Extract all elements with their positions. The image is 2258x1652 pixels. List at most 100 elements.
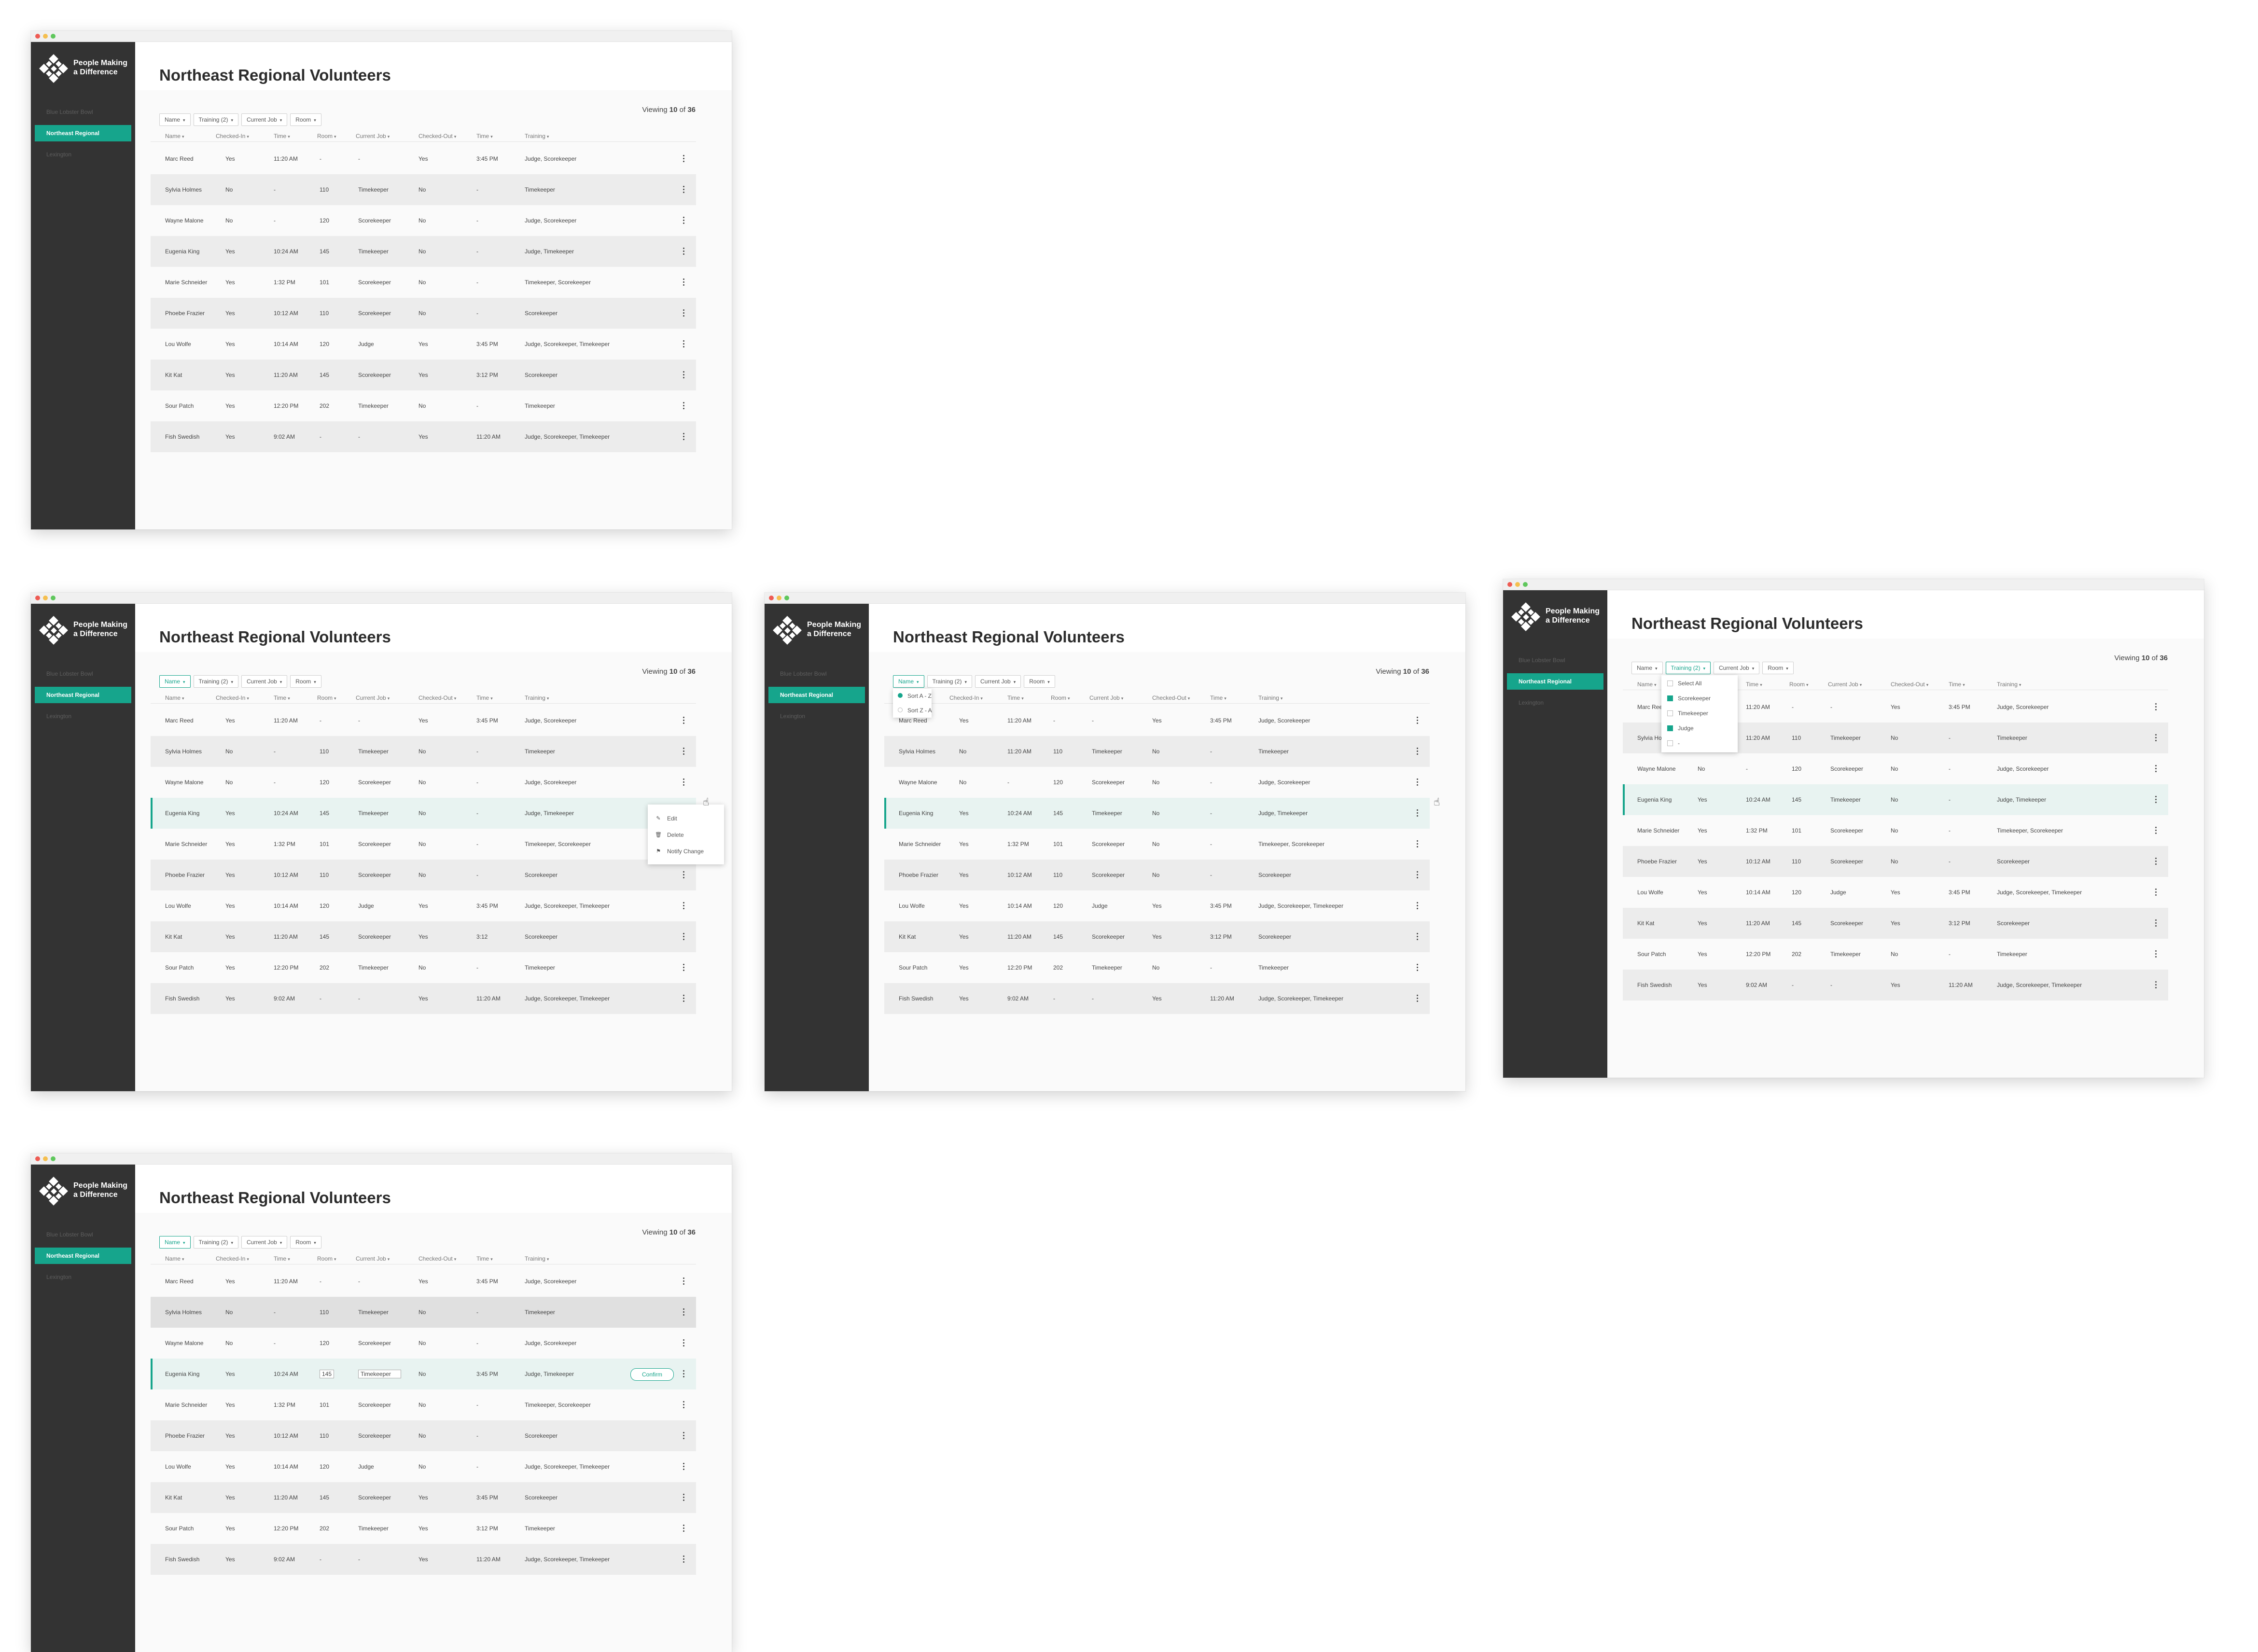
table-row[interactable]: Lou Wolfe Yes 10:14 AM 120 Judge Yes 3:45 PM Ju… <box>884 890 1430 921</box>
checkbox[interactable] <box>1667 710 1673 716</box>
sidebar-item-lexington[interactable]: Lexington <box>1507 694 1603 711</box>
table-row[interactable]: Phoebe Frazier Yes 10:12 AM 110 Scorekeeper N… <box>151 1420 696 1451</box>
column-header[interactable]: Time ▾ <box>476 1255 493 1262</box>
table-row[interactable]: Sylvia Holmes No 11:20 AM 110 Timekeeper No - T… <box>884 736 1430 767</box>
table-row[interactable]: Eugenia King Yes 10:24 AM 145 Timekeeper No - J… <box>151 236 696 267</box>
close-window-button[interactable] <box>35 34 40 39</box>
more-options-icon[interactable] <box>2155 919 2157 927</box>
table-row[interactable]: Kit Kat Yes 11:20 AM 145 Scorekeeper Yes 3:12 … <box>151 360 696 390</box>
column-header[interactable]: Checked-Out ▾ <box>418 694 456 701</box>
filter-training-button[interactable]: Training (2) ▾ <box>193 113 238 126</box>
more-options-icon[interactable] <box>2155 765 2157 773</box>
column-header[interactable]: Room ▾ <box>317 694 336 701</box>
column-header[interactable]: Name▾ <box>165 1255 184 1262</box>
more-options-icon[interactable] <box>683 717 684 724</box>
more-options-icon[interactable] <box>683 1308 684 1316</box>
filter-current-job-button[interactable]: Current Job ▾ <box>241 675 288 688</box>
column-header[interactable]: Time ▾ <box>1007 694 1024 701</box>
table-row[interactable]: Eugenia King Yes 10:24 AM 145 Timekeeper No - J… <box>151 798 696 829</box>
filter-training-button[interactable]: Training (2) ▾ <box>193 1236 238 1249</box>
maximize-window-button[interactable] <box>51 34 56 39</box>
more-options-icon[interactable] <box>683 1370 684 1378</box>
more-options-icon[interactable] <box>683 1339 684 1347</box>
more-options-icon[interactable] <box>683 217 684 224</box>
column-header[interactable]: Training ▾ <box>1997 681 2021 688</box>
table-row[interactable]: Sylvia Holmes No - 110 Timekeeper No - Timekeep… <box>151 736 696 767</box>
table-row[interactable]: Kit Kat Yes 11:20 AM 145 Scorekeeper Yes 3:12 … <box>1623 908 2168 939</box>
more-options-icon[interactable] <box>683 1277 684 1285</box>
table-row[interactable]: Lou Wolfe Yes 10:14 AM 120 Judge Yes 3:45 PM Ju… <box>151 890 696 921</box>
sidebar-item-lexington[interactable]: Lexington <box>35 708 131 724</box>
more-options-icon[interactable] <box>1416 933 1418 941</box>
table-row[interactable]: Kit Kat Yes 11:20 AM 145 Scorekeeper Yes 3:12 … <box>884 921 1430 952</box>
table-row[interactable]: Wayne Malone No - 120 Scorekeeper No - Judge, S… <box>1623 753 2168 784</box>
table-row[interactable]: Marc Reed Yes 11:20 AM - - Yes 3:45 PM Judge, S… <box>151 705 696 736</box>
filter-current-job-button[interactable]: Current Job ▾ <box>1714 662 1760 674</box>
filter-name-button[interactable]: Name ▾ <box>893 675 924 688</box>
column-header[interactable]: Room ▾ <box>1051 694 1070 701</box>
column-header[interactable]: Current Job ▾ <box>356 694 390 701</box>
table-row[interactable]: Eugenia King Yes 10:24 AM 145 Timekeeper No 3:… <box>151 1359 696 1389</box>
column-header[interactable]: Time ▾ <box>476 694 493 701</box>
table-row[interactable]: Phoebe Frazier Yes 10:12 AM 110 Scorekeeper N… <box>884 860 1430 890</box>
training-option[interactable]: Scorekeeper <box>1661 691 1738 706</box>
more-options-icon[interactable] <box>2155 950 2157 958</box>
sidebar-item-blue-lobster-bowl[interactable]: Blue Lobster Bowl <box>35 666 131 682</box>
filter-name-button[interactable]: Name ▾ <box>1631 662 1663 674</box>
sort-option[interactable]: Sort Z - A <box>893 703 932 718</box>
maximize-window-button[interactable] <box>51 1156 56 1161</box>
column-header[interactable]: Time ▾ <box>476 133 493 139</box>
column-header[interactable]: Room ▾ <box>1789 681 1809 688</box>
more-options-icon[interactable] <box>683 1555 684 1563</box>
filter-name-button[interactable]: Name ▾ <box>159 675 191 688</box>
close-window-button[interactable] <box>769 596 774 600</box>
filter-current-job-button[interactable]: Current Job ▾ <box>975 675 1021 688</box>
sidebar-item-lexington[interactable]: Lexington <box>768 708 865 724</box>
more-options-icon[interactable] <box>1416 809 1418 817</box>
filter-room-button[interactable]: Room ▾ <box>290 113 321 126</box>
filter-room-button[interactable]: Room ▾ <box>290 675 321 688</box>
more-options-icon[interactable] <box>683 902 684 910</box>
more-options-icon[interactable] <box>683 1494 684 1501</box>
column-header[interactable]: Room ▾ <box>317 133 336 139</box>
checkbox[interactable] <box>1667 680 1673 686</box>
more-options-icon[interactable] <box>1416 995 1418 1002</box>
column-header[interactable]: Time ▾ <box>274 694 290 701</box>
training-option[interactable]: - <box>1661 736 1738 750</box>
filter-training-button[interactable]: Training (2) ▾ <box>927 675 972 688</box>
more-options-icon[interactable] <box>1416 964 1418 972</box>
context-menu-item[interactable]: ⚑ Notify Change <box>648 844 724 859</box>
filter-name-button[interactable]: Name ▾ <box>159 113 191 126</box>
close-window-button[interactable] <box>1507 582 1512 587</box>
more-options-icon[interactable] <box>2155 858 2157 865</box>
sidebar-item-northeast-regional[interactable]: Northeast Regional <box>35 1248 131 1264</box>
table-row[interactable]: Eugenia King Yes 10:24 AM 145 Timekeeper No - J… <box>884 798 1430 829</box>
table-row[interactable]: Phoebe Frazier Yes 10:12 AM 110 Scorekeeper N… <box>1623 846 2168 877</box>
column-header[interactable]: Checked-Out ▾ <box>418 133 456 139</box>
training-option[interactable]: Select All <box>1661 676 1738 691</box>
table-cell[interactable]: Timekeeper <box>358 1359 401 1389</box>
table-row[interactable]: Kit Kat Yes 11:20 AM 145 Scorekeeper Yes 3:12 S… <box>151 921 696 952</box>
column-header[interactable]: Training ▾ <box>525 133 549 139</box>
more-options-icon[interactable] <box>1416 748 1418 755</box>
filter-training-button[interactable]: Training (2) ▾ <box>193 675 238 688</box>
table-cell[interactable]: 145 <box>320 1359 335 1389</box>
minimize-window-button[interactable] <box>777 596 781 600</box>
table-row[interactable]: Marc Reed Yes 11:20 AM - - Yes 3:45 PM Judge, S… <box>151 1266 696 1297</box>
context-menu-item[interactable]: ✎ Edit <box>648 811 724 826</box>
table-row[interactable]: Kit Kat Yes 11:20 AM 145 Scorekeeper Yes 3:45 … <box>151 1482 696 1513</box>
column-header[interactable]: Current Job ▾ <box>1828 681 1862 688</box>
table-row[interactable]: Sour Patch Yes 12:20 PM 202 Timekeeper Yes 3:1… <box>151 1513 696 1544</box>
sidebar-item-blue-lobster-bowl[interactable]: Blue Lobster Bowl <box>768 666 865 682</box>
table-row[interactable]: Wayne Malone No - 120 Scorekeeper No - Judge, S… <box>151 1328 696 1359</box>
more-options-icon[interactable] <box>683 1401 684 1409</box>
table-row[interactable]: Phoebe Frazier Yes 10:12 AM 110 Scorekeeper N… <box>151 860 696 890</box>
column-header[interactable]: Checked-In▾ <box>216 133 249 139</box>
filter-room-button[interactable]: Room ▾ <box>1024 675 1055 688</box>
more-options-icon[interactable] <box>2155 796 2157 804</box>
table-row[interactable]: Wayne Malone No - 120 Scorekeeper No - Judge, S… <box>151 767 696 798</box>
column-header[interactable]: Time ▾ <box>1746 681 1762 688</box>
column-header[interactable]: Checked-In▾ <box>216 694 249 701</box>
table-row[interactable]: Marc Reed Yes 11:20 AM - - Yes 3:45 PM Judge, S… <box>151 143 696 174</box>
table-row[interactable]: Sylvia Holmes No - 110 Timekeeper No - Timekeep… <box>151 1297 696 1328</box>
